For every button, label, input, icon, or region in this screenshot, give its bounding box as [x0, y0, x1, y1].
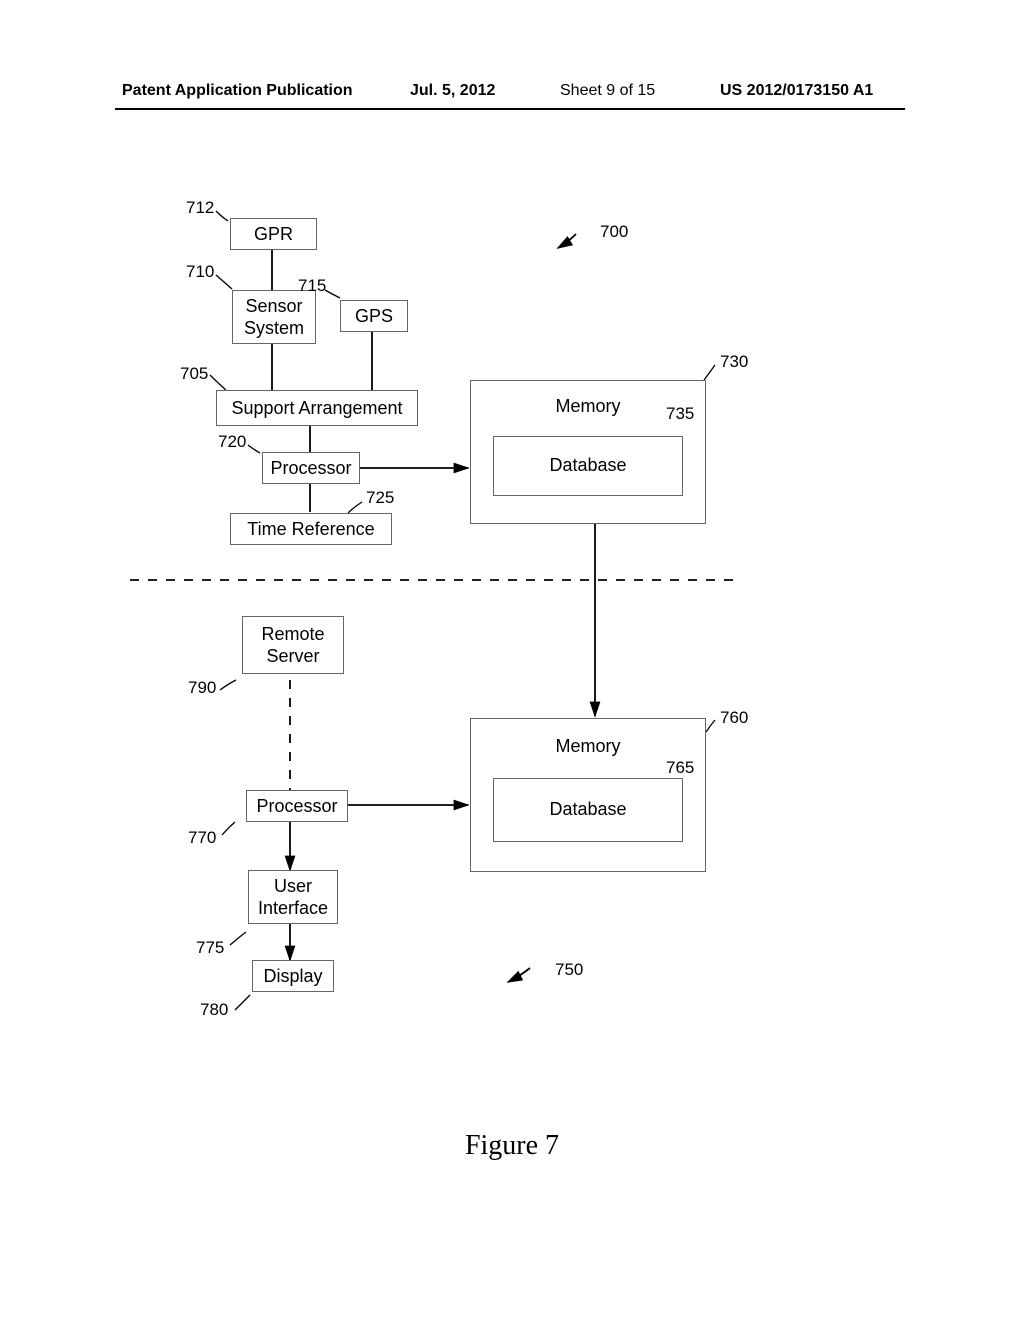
box-remote-server: Remote Server: [242, 616, 344, 674]
box-time-reference: Time Reference: [230, 513, 392, 545]
label-715: 715: [298, 276, 326, 296]
label-775: 775: [196, 938, 224, 958]
box-support-arrangement: Support Arrangement: [216, 390, 418, 426]
box-memory-top: Memory Database: [470, 380, 706, 524]
box-user-interface: User Interface: [248, 870, 338, 924]
box-processor-top: Processor: [262, 452, 360, 484]
label-770: 770: [188, 828, 216, 848]
label-760: 760: [720, 708, 748, 728]
label-790: 790: [188, 678, 216, 698]
box-gps: GPS: [340, 300, 408, 332]
box-database-bottom: Database: [493, 778, 683, 842]
label-720: 720: [218, 432, 246, 452]
label-730: 730: [720, 352, 748, 372]
box-gpr: GPR: [230, 218, 317, 250]
label-710: 710: [186, 262, 214, 282]
label-780: 780: [200, 1000, 228, 1020]
label-750: 750: [555, 960, 583, 980]
label-765: 765: [666, 758, 694, 778]
label-725: 725: [366, 488, 394, 508]
box-database-top: Database: [493, 436, 683, 496]
connectors-svg: [0, 0, 1024, 1320]
label-700: 700: [600, 222, 628, 242]
box-processor-bottom: Processor: [246, 790, 348, 822]
label-705: 705: [180, 364, 208, 384]
label-735: 735: [666, 404, 694, 424]
memory-bottom-label: Memory: [471, 735, 705, 758]
figure-caption: Figure 7: [0, 1130, 1024, 1162]
diagram-canvas: GPR Sensor System GPS Support Arrangemen…: [0, 0, 1024, 1320]
box-display: Display: [252, 960, 334, 992]
box-sensor-system: Sensor System: [232, 290, 316, 344]
box-memory-bottom: Memory Database: [470, 718, 706, 872]
label-712: 712: [186, 198, 214, 218]
